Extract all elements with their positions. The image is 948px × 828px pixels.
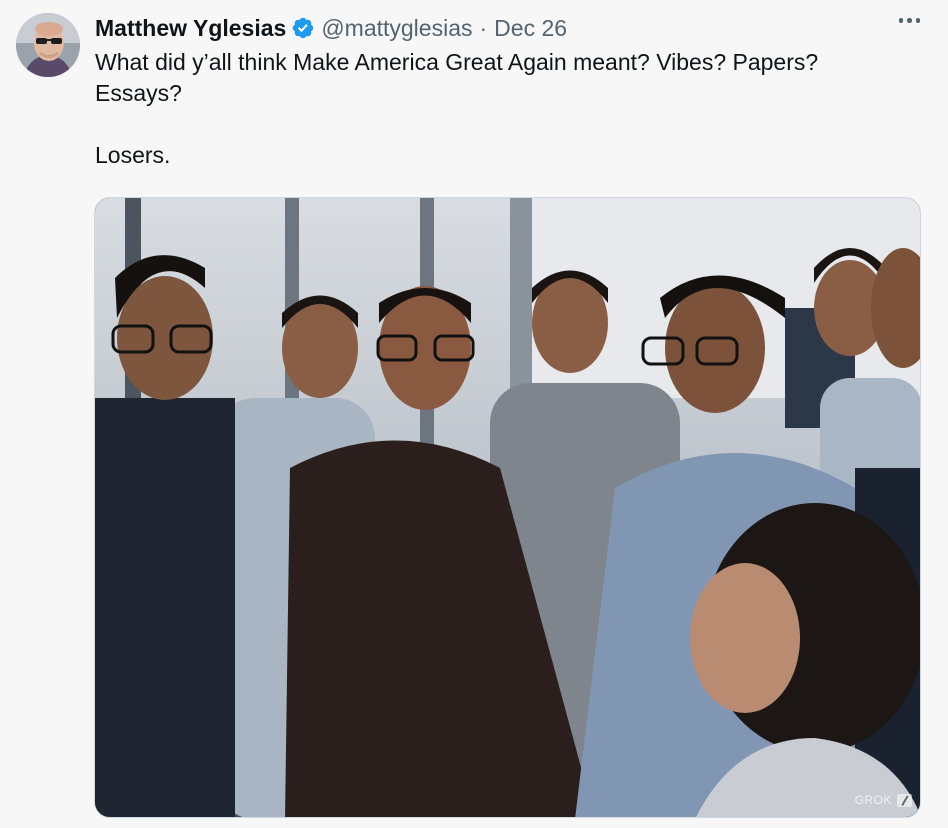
author-handle[interactable]: @mattyglesias <box>321 13 472 43</box>
more-dot <box>907 18 912 23</box>
more-dot <box>898 18 903 23</box>
verified-badge-icon <box>293 17 314 39</box>
grok-watermark: GROK <box>855 793 912 807</box>
tweet-text-line: What did y’all think Make America Great … <box>95 49 819 106</box>
tweet-header: Matthew Yglesias @mattyglesias · Dec 26 <box>95 13 888 43</box>
group-photo <box>95 198 920 817</box>
tweet-text-line: Losers. <box>95 142 171 168</box>
author-name[interactable]: Matthew Yglesias <box>95 13 286 43</box>
separator-dot: · <box>479 15 488 41</box>
grok-logo-icon <box>897 793 912 807</box>
grok-watermark-label: GROK <box>854 793 892 807</box>
tweet-media-image[interactable]: GROK <box>94 197 921 818</box>
more-options-icon[interactable] <box>898 18 920 23</box>
tweet-text: What did y’all think Make America Great … <box>95 47 895 171</box>
tweet-date[interactable]: Dec 26 <box>494 13 567 43</box>
avatar[interactable] <box>16 13 80 77</box>
more-dot <box>915 18 920 23</box>
avatar-image <box>16 13 80 77</box>
